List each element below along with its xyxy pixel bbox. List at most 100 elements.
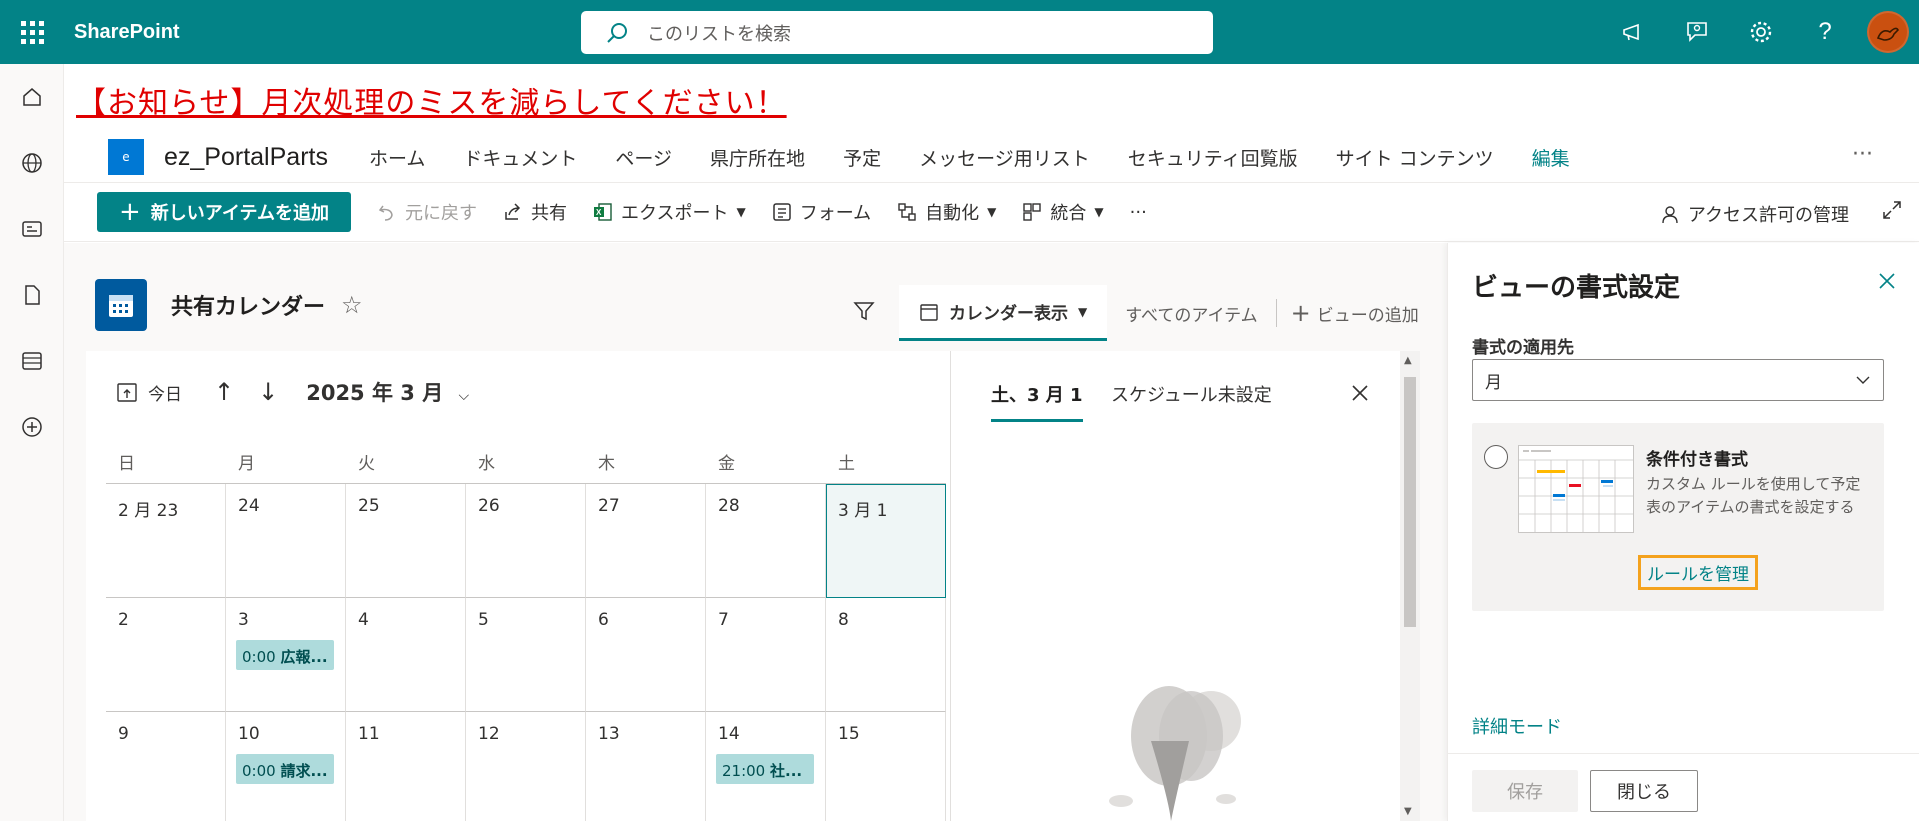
day-cell[interactable]: 9 xyxy=(106,712,226,821)
list-icon[interactable] xyxy=(0,328,64,394)
day-cell[interactable]: 25 xyxy=(346,484,466,598)
undo-button[interactable]: 元に戻す xyxy=(377,199,477,225)
add-circle-icon[interactable] xyxy=(0,394,64,460)
day-cell[interactable]: 26 xyxy=(466,484,586,598)
nav-prefecture-capitals[interactable]: 県庁所在地 xyxy=(710,144,805,171)
search-icon xyxy=(607,22,627,43)
filter-icon[interactable] xyxy=(853,300,875,326)
manage-rules-link[interactable]: ルールを管理 xyxy=(1638,555,1758,590)
site-logo[interactable]: e xyxy=(108,139,144,175)
nav-home[interactable]: ホーム xyxy=(369,144,425,171)
pane-footer: 保存 閉じる xyxy=(1448,753,1919,821)
day-cell[interactable]: 12 xyxy=(466,712,586,821)
nav-pages[interactable]: ページ xyxy=(615,144,672,171)
conditional-format-radio[interactable] xyxy=(1484,445,1508,469)
news-icon[interactable] xyxy=(0,196,64,262)
apply-to-label: 書式の適用先 xyxy=(1472,338,1574,358)
tab-all-items[interactable]: すべてのアイテム xyxy=(1107,301,1275,326)
home-icon[interactable] xyxy=(0,64,64,130)
advanced-mode-link[interactable]: 詳細モード xyxy=(1472,713,1562,739)
day-cell[interactable]: 28 xyxy=(706,484,826,598)
day-status-text: スケジュール未設定 xyxy=(1111,385,1272,406)
add-view-button[interactable]: + ビューの追加 xyxy=(1275,299,1419,327)
day-cell[interactable]: 6 xyxy=(586,598,706,712)
nav-documents[interactable]: ドキュメント xyxy=(463,144,577,171)
document-icon[interactable] xyxy=(0,262,64,328)
nav-message-list[interactable]: メッセージ用リスト xyxy=(919,144,1090,171)
forms-button[interactable]: フォーム xyxy=(772,199,871,225)
day-cell-selected[interactable]: 3 月 1 xyxy=(826,484,946,598)
tab-calendar-view[interactable]: カレンダー表示 ▼ xyxy=(899,285,1108,341)
day-cell[interactable]: 7 xyxy=(706,598,826,712)
globe-icon[interactable] xyxy=(0,130,64,196)
more-commands-button[interactable]: ··· xyxy=(1130,202,1147,223)
calendar-event[interactable]: 0:00 請求... xyxy=(236,754,334,784)
nav-more-button[interactable]: ··· xyxy=(1852,142,1873,167)
nav-edit-link[interactable]: 編集 xyxy=(1532,144,1570,171)
month-picker[interactable]: 2025 年 3 月 ⌵ xyxy=(306,377,469,407)
day-date-tab[interactable]: 土、3 月 1 xyxy=(991,381,1083,422)
day-cell[interactable]: 10 0:00 請求... xyxy=(226,712,346,821)
day-cell[interactable]: 4 xyxy=(346,598,466,712)
nav-site-contents[interactable]: サイト コンテンツ xyxy=(1336,144,1494,171)
day-cell[interactable]: 2 xyxy=(106,598,226,712)
brand-name[interactable]: SharePoint xyxy=(74,21,180,44)
calendar-icon xyxy=(919,302,939,322)
list-header: 共有カレンダー ☆ xyxy=(95,279,363,331)
new-item-button[interactable]: + 新しいアイテムを追加 xyxy=(97,192,351,232)
previous-month-arrow-icon[interactable]: ↑ xyxy=(214,378,234,406)
day-cell[interactable]: 14 21:00 社... xyxy=(706,712,826,821)
scroll-down-arrow-icon[interactable]: ▼ xyxy=(1404,806,1412,817)
avatar[interactable] xyxy=(1867,11,1909,53)
feedback-icon[interactable] xyxy=(1665,0,1729,64)
weekday-label: 日 xyxy=(118,454,135,474)
integrate-button[interactable]: 統合 ▼ xyxy=(1022,199,1104,225)
apply-to-dropdown[interactable]: 月 xyxy=(1472,359,1884,401)
close-button[interactable]: 閉じる xyxy=(1590,770,1698,812)
close-icon[interactable] xyxy=(1877,271,1897,295)
balloon-illustration xyxy=(1101,681,1261,821)
day-cell[interactable]: 11 xyxy=(346,712,466,821)
chevron-down-icon: ▼ xyxy=(987,205,997,219)
day-cell[interactable]: 5 xyxy=(466,598,586,712)
calendar-panel: 今日 ↑ ↓ 2025 年 3 月 ⌵ 日 月 火 水 木 金 土 2 月 23… xyxy=(86,351,950,821)
nav-security-circular[interactable]: セキュリティ回覧版 xyxy=(1128,144,1298,171)
vertical-scrollbar[interactable]: ▲ ▼ xyxy=(1400,351,1420,821)
megaphone-icon[interactable] xyxy=(1601,0,1665,64)
export-button[interactable]: X エクスポート ▼ xyxy=(593,199,746,225)
day-cell[interactable]: 15 xyxy=(826,712,946,821)
automate-button[interactable]: 自動化 ▼ xyxy=(897,199,996,225)
day-cell[interactable]: 8 xyxy=(826,598,946,712)
nav-schedule[interactable]: 予定 xyxy=(843,144,881,171)
help-icon[interactable]: ? xyxy=(1793,0,1857,64)
share-button[interactable]: 共有 xyxy=(503,199,567,225)
weekday-label: 水 xyxy=(478,454,495,474)
close-icon[interactable] xyxy=(1350,383,1370,407)
day-cell[interactable]: 24 xyxy=(226,484,346,598)
manage-access-button[interactable]: アクセス許可の管理 xyxy=(1660,201,1849,227)
search-box[interactable]: このリストを検索 xyxy=(581,11,1213,54)
card-title: 条件付き書式 xyxy=(1646,450,1748,470)
scroll-up-arrow-icon[interactable]: ▲ xyxy=(1404,355,1412,366)
day-cell[interactable]: 27 xyxy=(586,484,706,598)
day-cell[interactable]: 2 月 23 xyxy=(106,484,226,598)
gear-icon[interactable] xyxy=(1729,0,1793,64)
announcement-link[interactable]: 【お知らせ】月次処理のミスを減らしてください！ xyxy=(76,78,787,122)
site-name[interactable]: ez_PortalParts xyxy=(164,143,328,172)
left-rail xyxy=(0,64,64,821)
site-navigation: e ez_PortalParts ホーム ドキュメント ページ 県庁所在地 予定… xyxy=(64,130,1919,184)
day-cell[interactable]: 13 xyxy=(586,712,706,821)
calendar-today-icon xyxy=(117,383,137,402)
list-title: 共有カレンダー xyxy=(171,295,326,320)
calendar-event[interactable]: 0:00 広報... xyxy=(236,640,334,670)
scrollbar-thumb[interactable] xyxy=(1404,377,1416,627)
weekday-header: 日 月 火 水 木 金 土 xyxy=(106,449,946,474)
next-month-arrow-icon[interactable]: ↓ xyxy=(258,378,278,406)
day-cell[interactable]: 3 0:00 広報... xyxy=(226,598,346,712)
today-button[interactable]: 今日 xyxy=(116,380,182,405)
app-launcher-button[interactable] xyxy=(0,0,64,64)
expand-icon[interactable] xyxy=(1881,199,1903,225)
favorite-star-icon[interactable]: ☆ xyxy=(341,291,363,319)
calendar-event[interactable]: 21:00 社... xyxy=(716,754,814,784)
save-button[interactable]: 保存 xyxy=(1472,770,1578,812)
